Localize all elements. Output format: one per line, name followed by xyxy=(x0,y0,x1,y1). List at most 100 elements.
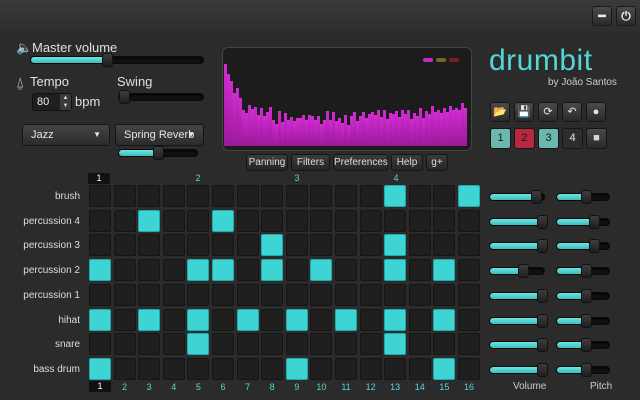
step-cell[interactable] xyxy=(261,308,284,331)
undo-icon[interactable]: ↶ xyxy=(562,102,582,122)
track-volume-knob[interactable] xyxy=(536,288,548,303)
step-cell[interactable] xyxy=(384,234,407,257)
track-pitch-knob[interactable] xyxy=(580,338,592,353)
step-cell[interactable] xyxy=(212,308,234,331)
step-cell[interactable] xyxy=(285,209,308,232)
step-cell[interactable] xyxy=(113,209,136,232)
tab-preferences[interactable]: Preferences xyxy=(333,154,388,171)
step-cell[interactable] xyxy=(212,259,234,282)
step-cell[interactable] xyxy=(359,283,382,306)
step-cell[interactable] xyxy=(138,308,161,331)
step-cell[interactable] xyxy=(261,333,284,356)
step-cell[interactable] xyxy=(335,234,357,257)
step-cell[interactable] xyxy=(138,283,161,306)
track-pitch-slider[interactable] xyxy=(556,264,610,279)
step-cell[interactable] xyxy=(384,209,407,232)
step-cell[interactable] xyxy=(310,308,333,331)
step-cell[interactable] xyxy=(359,185,382,207)
step-cell[interactable] xyxy=(335,357,357,380)
track-pitch-slider[interactable] xyxy=(556,214,610,229)
step-cell[interactable] xyxy=(458,283,480,306)
step-cell[interactable] xyxy=(310,185,333,207)
step-cell[interactable] xyxy=(433,308,456,331)
step-cell[interactable] xyxy=(187,234,210,257)
step-cell[interactable] xyxy=(433,357,456,380)
step-cell[interactable] xyxy=(236,357,259,380)
track-pitch-slider[interactable] xyxy=(556,313,610,328)
step-cell[interactable] xyxy=(187,283,210,306)
tab-filters[interactable]: Filters xyxy=(291,154,330,171)
track-pitch-knob[interactable] xyxy=(588,214,600,229)
step-cell[interactable] xyxy=(261,209,284,232)
step-cell[interactable] xyxy=(187,333,210,356)
track-pitch-knob[interactable] xyxy=(580,313,592,328)
style-dropdown[interactable]: Jazz ▼ xyxy=(22,124,110,146)
step-cell[interactable] xyxy=(261,259,284,282)
step-cell[interactable] xyxy=(458,308,480,331)
track-volume-knob[interactable] xyxy=(536,362,548,377)
step-cell[interactable] xyxy=(384,308,407,331)
pattern-4-button[interactable]: 4 xyxy=(562,128,583,149)
step-cell[interactable] xyxy=(89,283,111,306)
step-cell[interactable] xyxy=(162,357,185,380)
step-cell[interactable] xyxy=(384,357,407,380)
step-cell[interactable] xyxy=(335,308,357,331)
refresh-icon[interactable]: ⟳ xyxy=(538,102,558,122)
step-cell[interactable] xyxy=(458,234,480,257)
tab-panning[interactable]: Panning xyxy=(246,154,288,171)
step-cell[interactable] xyxy=(408,283,431,306)
step-cell[interactable] xyxy=(89,259,111,282)
step-cell[interactable] xyxy=(408,308,431,331)
step-cell[interactable] xyxy=(113,283,136,306)
google-plus-button[interactable]: g+ xyxy=(426,154,448,171)
step-cell[interactable] xyxy=(310,333,333,356)
track-volume-slider[interactable] xyxy=(489,190,545,204)
step-cell[interactable] xyxy=(285,185,308,207)
tempo-input[interactable]: 80 ▲ ▼ xyxy=(32,93,72,111)
step-cell[interactable] xyxy=(236,283,259,306)
step-cell[interactable] xyxy=(261,357,284,380)
track-pitch-slider[interactable] xyxy=(556,288,610,303)
step-cell[interactable] xyxy=(310,259,333,282)
track-pitch-knob[interactable] xyxy=(588,239,600,254)
step-cell[interactable] xyxy=(89,234,111,257)
minimize-button[interactable]: ━ xyxy=(592,6,612,26)
step-cell[interactable] xyxy=(408,234,431,257)
step-cell[interactable] xyxy=(138,234,161,257)
step-cell[interactable] xyxy=(359,209,382,232)
step-cell[interactable] xyxy=(162,234,185,257)
step-cell[interactable] xyxy=(162,209,185,232)
step-cell[interactable] xyxy=(113,234,136,257)
save-icon[interactable]: 💾 xyxy=(514,102,534,122)
track-pitch-knob[interactable] xyxy=(580,288,592,303)
pattern-3-button[interactable]: 3 xyxy=(538,128,559,149)
step-cell[interactable] xyxy=(138,209,161,232)
step-cell[interactable] xyxy=(433,259,456,282)
tempo-stepper[interactable]: ▲ ▼ xyxy=(60,94,71,110)
step-cell[interactable] xyxy=(89,357,111,380)
step-cell[interactable] xyxy=(285,283,308,306)
track-pitch-knob[interactable] xyxy=(580,264,592,279)
close-button[interactable]: ⏻ xyxy=(616,6,636,26)
reverb-dropdown[interactable]: Spring Reverb ▼ xyxy=(115,124,204,146)
step-cell[interactable] xyxy=(384,283,407,306)
step-cell[interactable] xyxy=(162,259,185,282)
track-volume-slider[interactable] xyxy=(489,239,548,254)
step-cell[interactable] xyxy=(408,185,431,207)
step-cell[interactable] xyxy=(236,209,259,232)
step-cell[interactable] xyxy=(384,333,407,356)
step-cell[interactable] xyxy=(236,333,259,356)
step-cell[interactable] xyxy=(89,185,111,207)
step-cell[interactable] xyxy=(138,259,161,282)
step-cell[interactable] xyxy=(138,185,161,207)
step-cell[interactable] xyxy=(187,308,210,331)
step-cell[interactable] xyxy=(236,234,259,257)
step-cell[interactable] xyxy=(335,283,357,306)
step-cell[interactable] xyxy=(236,259,259,282)
step-cell[interactable] xyxy=(433,283,456,306)
step-cell[interactable] xyxy=(335,209,357,232)
step-cell[interactable] xyxy=(162,308,185,331)
step-cell[interactable] xyxy=(285,357,308,380)
step-cell[interactable] xyxy=(433,209,456,232)
track-pitch-slider[interactable] xyxy=(556,338,610,353)
